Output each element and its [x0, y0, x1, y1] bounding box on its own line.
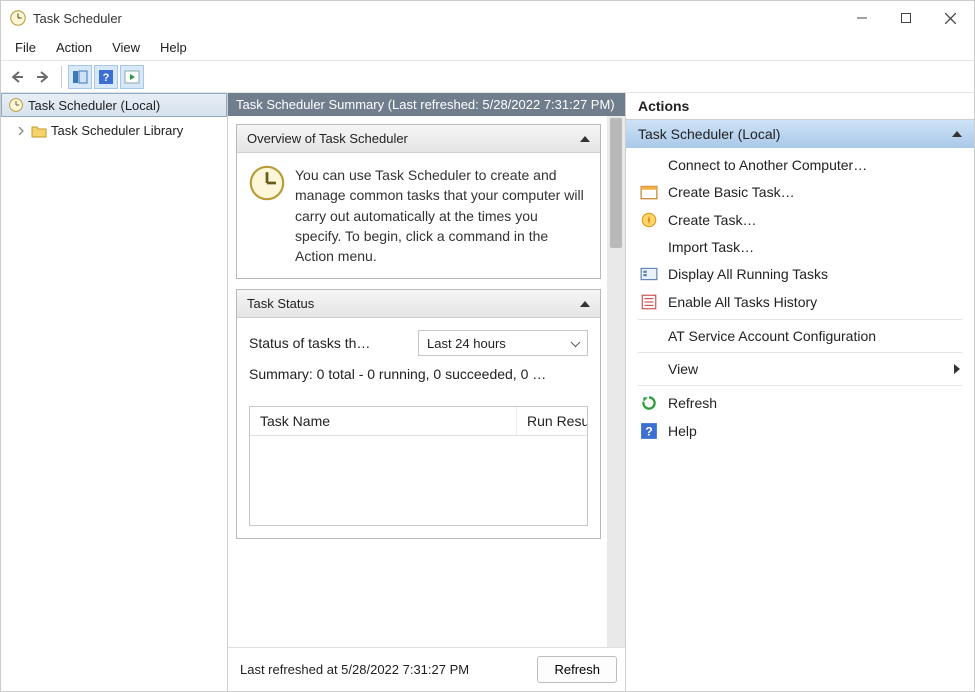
menu-view[interactable]: View — [102, 37, 150, 58]
actions-separator — [638, 385, 962, 386]
overview-header[interactable]: Overview of Task Scheduler — [237, 125, 600, 153]
status-summary-line: Summary: 0 total - 0 running, 0 succeede… — [249, 366, 588, 382]
status-filter-row: Status of tasks th… Last 24 hours — [249, 330, 588, 356]
overview-title: Overview of Task Scheduler — [247, 131, 408, 146]
maximize-button[interactable] — [884, 3, 928, 33]
tree-root-node[interactable]: Task Scheduler (Local) — [1, 93, 227, 117]
actions-scope-row[interactable]: Task Scheduler (Local) — [626, 120, 974, 148]
action-view-submenu[interactable]: View — [626, 356, 974, 382]
summary-content: Overview of Task Scheduler You can use T… — [228, 116, 625, 647]
task-status-group: Task Status Status of tasks th… Last 24 … — [236, 289, 601, 539]
scrollbar-thumb[interactable] — [610, 118, 622, 248]
summary-main: Overview of Task Scheduler You can use T… — [228, 116, 607, 647]
task-status-title: Task Status — [247, 296, 314, 311]
collapse-icon — [952, 131, 962, 137]
summary-scrollbar[interactable] — [607, 116, 625, 647]
tree-library-label: Task Scheduler Library — [51, 123, 183, 138]
action-connect-computer[interactable]: Connect to Another Computer… — [626, 152, 974, 178]
minimize-button[interactable] — [840, 3, 884, 33]
toolbar-help-button[interactable]: ? — [94, 65, 118, 89]
history-icon — [640, 293, 658, 311]
window-controls — [840, 3, 972, 33]
table-header: Task Name Run Resu — [250, 407, 587, 436]
action-label: Refresh — [668, 395, 717, 411]
summary-panel: Task Scheduler Summary (Last refreshed: … — [228, 93, 626, 691]
clock-icon — [8, 97, 24, 113]
help-icon: ? — [640, 422, 658, 440]
action-label: Create Task… — [668, 212, 756, 228]
menu-help[interactable]: Help — [150, 37, 197, 58]
toolbar-separator — [61, 66, 62, 88]
nav-forward-button[interactable] — [31, 65, 55, 89]
tree-library-node[interactable]: Task Scheduler Library — [5, 121, 223, 140]
window-title: Task Scheduler — [33, 11, 840, 26]
task-status-header[interactable]: Task Status — [237, 290, 600, 318]
task-status-body: Status of tasks th… Last 24 hours Summar… — [237, 318, 600, 538]
overview-body: You can use Task Scheduler to create and… — [237, 153, 600, 278]
action-label: Help — [668, 423, 697, 439]
chevron-right-icon[interactable] — [15, 125, 27, 137]
action-enable-history[interactable]: Enable All Tasks History — [626, 288, 974, 316]
col-run-result[interactable]: Run Resu — [517, 407, 587, 435]
folder-icon — [31, 124, 47, 138]
status-period-combo[interactable]: Last 24 hours — [418, 330, 588, 356]
menu-file[interactable]: File — [5, 37, 46, 58]
overview-text: You can use Task Scheduler to create and… — [295, 165, 588, 266]
action-display-running[interactable]: Display All Running Tasks — [626, 260, 974, 288]
action-create-basic-task[interactable]: Create Basic Task… — [626, 178, 974, 206]
body: Task Scheduler (Local) Task Scheduler Li… — [1, 93, 974, 691]
close-button[interactable] — [928, 3, 972, 33]
action-label: Import Task… — [668, 239, 754, 255]
action-create-task[interactable]: Create Task… — [626, 206, 974, 234]
actions-list: Connect to Another Computer… Create Basi… — [626, 148, 974, 449]
status-period-value: Last 24 hours — [427, 336, 506, 351]
tree: Task Scheduler Library — [1, 117, 227, 144]
action-refresh[interactable]: Refresh — [626, 389, 974, 417]
actions-separator — [638, 352, 962, 353]
wizard-icon — [640, 183, 658, 201]
task-scheduler-window: Task Scheduler File Action View Help ? — [0, 0, 975, 692]
tree-root-label: Task Scheduler (Local) — [28, 98, 160, 113]
summary-footer: Last refreshed at 5/28/2022 7:31:27 PM R… — [228, 647, 625, 691]
collapse-icon — [580, 301, 590, 307]
actions-scope-label: Task Scheduler (Local) — [638, 126, 780, 142]
console-tree-panel: Task Scheduler (Local) Task Scheduler Li… — [1, 93, 228, 691]
chevron-right-icon — [954, 364, 960, 374]
nav-back-button[interactable] — [5, 65, 29, 89]
task-sparkle-icon — [640, 211, 658, 229]
collapse-icon — [580, 136, 590, 142]
titlebar: Task Scheduler — [1, 1, 974, 35]
status-filter-label: Status of tasks th… — [249, 335, 370, 351]
clock-icon — [249, 165, 285, 201]
status-task-table[interactable]: Task Name Run Resu — [249, 406, 588, 526]
col-task-name[interactable]: Task Name — [250, 407, 517, 435]
overview-group: Overview of Task Scheduler You can use T… — [236, 124, 601, 279]
toolbar: ? — [1, 61, 974, 93]
svg-text:?: ? — [645, 425, 653, 439]
action-label: Enable All Tasks History — [668, 294, 817, 310]
actions-header: Actions — [626, 93, 974, 120]
app-clock-icon — [9, 9, 27, 27]
refresh-button[interactable]: Refresh — [537, 656, 617, 683]
action-label: View — [668, 361, 698, 377]
action-help[interactable]: ? Help — [626, 417, 974, 445]
last-refreshed-text: Last refreshed at 5/28/2022 7:31:27 PM — [240, 662, 469, 677]
toolbar-show-hide-tree-button[interactable] — [68, 65, 92, 89]
actions-panel: Actions Task Scheduler (Local) Connect t… — [626, 93, 974, 691]
action-label: Create Basic Task… — [668, 184, 795, 200]
menu-action[interactable]: Action — [46, 37, 102, 58]
refresh-icon — [640, 394, 658, 412]
actions-separator — [638, 319, 962, 320]
summary-banner: Task Scheduler Summary (Last refreshed: … — [228, 93, 625, 116]
action-import-task[interactable]: Import Task… — [626, 234, 974, 260]
toolbar-run-button[interactable] — [120, 65, 144, 89]
action-label: AT Service Account Configuration — [668, 328, 876, 344]
menu-bar: File Action View Help — [1, 35, 974, 61]
svg-text:?: ? — [103, 72, 110, 84]
action-label: Connect to Another Computer… — [668, 157, 867, 173]
action-at-service-config[interactable]: AT Service Account Configuration — [626, 323, 974, 349]
action-label: Display All Running Tasks — [668, 266, 828, 282]
running-tasks-icon — [640, 265, 658, 283]
